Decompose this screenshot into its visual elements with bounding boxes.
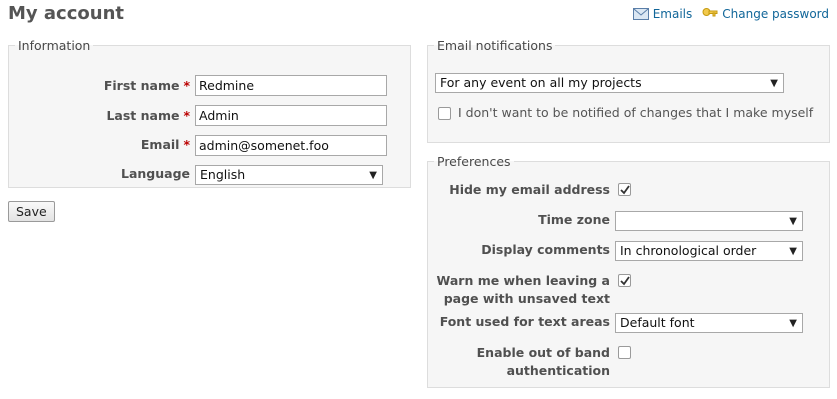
emails-link[interactable]: Emails [632,7,693,21]
notification-select[interactable]: For any event on all my projects ▼ [435,73,784,93]
change-password-link-label: Change password [722,7,829,21]
preferences-legend: Preferences [437,154,511,169]
email-notifications-fieldset: Email notifications For any event on all… [427,38,830,143]
last-name-input[interactable] [195,105,387,126]
display-comments-label: Display comments [481,242,610,257]
chevron-down-icon: ▼ [770,78,778,89]
chevron-down-icon: ▼ [369,170,377,181]
oob-auth-label: Enable out of band authentication [476,345,610,378]
font-label: Font used for text areas [439,314,610,329]
email-notifications-legend: Email notifications [437,38,553,53]
contextual-links: Emails Change password [632,7,829,21]
language-label: Language [120,166,190,181]
email-label: Email * [140,137,190,152]
font-select-value: Default font [620,315,695,330]
chevron-down-icon: ▼ [789,318,797,329]
hide-email-checkbox[interactable] [618,183,631,196]
chevron-down-icon: ▼ [789,246,797,257]
no-self-notified-checkbox[interactable] [438,107,451,120]
notification-select-value: For any event on all my projects [440,75,642,90]
checkmark-icon [620,276,630,286]
hide-email-label: Hide my email address [449,182,610,197]
email-input[interactable] [195,135,387,156]
warn-unsaved-checkbox[interactable] [618,274,631,287]
warn-unsaved-label: Warn me when leaving a page with unsaved… [436,273,611,306]
display-comments-select[interactable]: In chronological order ▼ [615,241,803,261]
envelope-icon [632,8,649,20]
last-name-label: Last name * [106,108,190,123]
key-icon [702,7,718,21]
display-comments-select-value: In chronological order [620,243,757,258]
information-legend: Information [18,38,91,53]
font-select[interactable]: Default font ▼ [615,313,803,333]
language-select-value: English [200,167,246,182]
checkmark-icon [620,185,630,195]
emails-link-label: Emails [652,7,693,21]
time-zone-label: Time zone [538,212,610,227]
information-fieldset: Information First name* Last name* Email… [8,38,411,188]
change-password-link[interactable]: Change password [702,7,829,21]
preferences-fieldset: Preferences Hide my email address Time z… [427,154,830,388]
language-select[interactable]: English ▼ [195,165,383,185]
save-button[interactable]: Save [8,201,55,222]
chevron-down-icon: ▼ [789,216,797,227]
oob-auth-checkbox[interactable] [618,346,631,359]
time-zone-select[interactable]: ▼ [615,211,803,231]
first-name-label: First name * [103,78,190,93]
page-title: My account [8,3,124,24]
no-self-notified-label: I don't want to be notified of changes t… [458,105,814,120]
first-name-input[interactable] [195,75,387,96]
